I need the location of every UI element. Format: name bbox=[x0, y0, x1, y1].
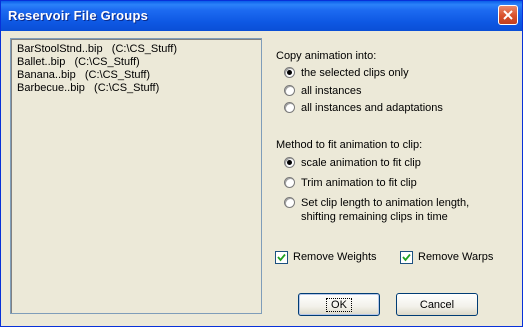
title-bar[interactable]: Reservoir File Groups bbox=[1, 1, 522, 31]
list-item[interactable]: Ballet..bip (C:\CS_Stuff) bbox=[17, 56, 140, 68]
option-all-instances-adaptations-label[interactable]: all instances and adaptations bbox=[301, 102, 443, 114]
radio-all-instances[interactable] bbox=[284, 85, 295, 96]
list-item[interactable]: Barbecue..bip (C:\CS_Stuff) bbox=[17, 82, 159, 94]
radio-scale-to-fit[interactable] bbox=[284, 157, 295, 168]
radio-selected-clips-only[interactable] bbox=[284, 67, 295, 78]
remove-warps-label[interactable]: Remove Warps bbox=[418, 251, 493, 263]
copy-animation-label: Copy animation into: bbox=[276, 50, 377, 62]
cancel-button-label: Cancel bbox=[419, 298, 455, 311]
option-set-clip-length-label[interactable]: Set clip length to animation length, bbox=[301, 197, 469, 209]
option-scale-to-fit-label[interactable]: scale animation to fit clip bbox=[301, 157, 421, 169]
file-list[interactable]: BarStoolStnd..bip (C:\CS_Stuff) Ballet..… bbox=[10, 38, 262, 314]
fit-method-label: Method to fit animation to clip: bbox=[276, 139, 423, 151]
radio-dot bbox=[287, 160, 292, 165]
radio-dot bbox=[287, 70, 292, 75]
ok-button-label: OK bbox=[326, 297, 352, 312]
ok-button[interactable]: OK bbox=[298, 293, 380, 316]
remove-weights-label[interactable]: Remove Weights bbox=[293, 251, 377, 263]
remove-warps-checkbox[interactable] bbox=[400, 251, 413, 264]
list-item[interactable]: BarStoolStnd..bip (C:\CS_Stuff) bbox=[17, 43, 177, 55]
option-selected-clips-only-label[interactable]: the selected clips only bbox=[301, 67, 409, 79]
cancel-button[interactable]: Cancel bbox=[396, 293, 478, 316]
option-all-instances-label[interactable]: all instances bbox=[301, 85, 362, 97]
option-trim-to-fit-label[interactable]: Trim animation to fit clip bbox=[301, 177, 417, 189]
close-button[interactable] bbox=[498, 5, 518, 25]
remove-weights-checkbox[interactable] bbox=[275, 251, 288, 264]
window-title: Reservoir File Groups bbox=[8, 8, 149, 23]
radio-all-instances-adaptations[interactable] bbox=[284, 102, 295, 113]
list-item[interactable]: Banana..bip (C:\CS_Stuff) bbox=[17, 69, 150, 81]
option-set-clip-length-label-line2[interactable]: shifting remaining clips in time bbox=[301, 211, 448, 223]
radio-trim-to-fit[interactable] bbox=[284, 177, 295, 188]
close-icon bbox=[503, 10, 513, 20]
checkmark-icon bbox=[277, 253, 286, 262]
checkmark-icon bbox=[402, 253, 411, 262]
radio-set-clip-length[interactable] bbox=[284, 197, 295, 208]
reservoir-file-groups-dialog: Reservoir File Groups BarStoolStnd..bip … bbox=[0, 0, 523, 327]
